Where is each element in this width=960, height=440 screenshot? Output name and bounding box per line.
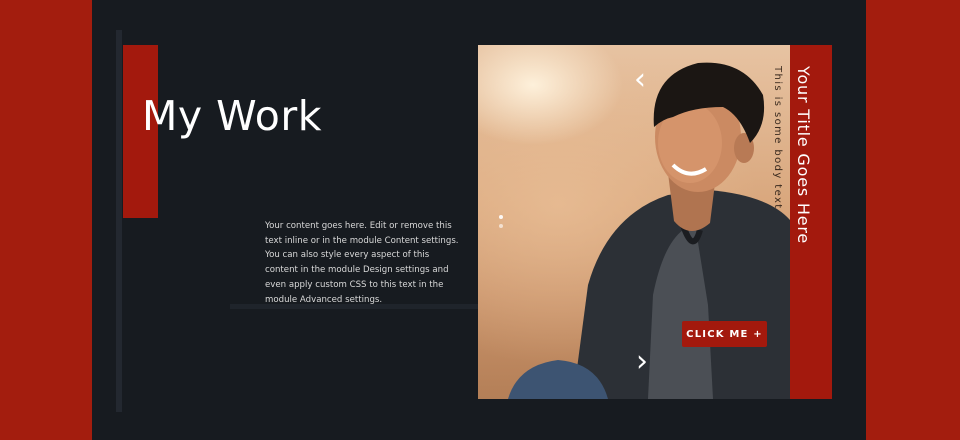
horizontal-divider [230, 304, 480, 309]
slide-body-text: This is some body text [772, 66, 783, 210]
page-title: My Work [142, 92, 322, 140]
vertical-divider [116, 30, 122, 412]
chevron-left-icon[interactable]: ‹ [634, 65, 646, 95]
intro-text: Your content goes here. Edit or remove t… [265, 221, 459, 305]
slider-dot[interactable] [499, 215, 503, 219]
click-me-button[interactable]: CLICK ME + [682, 321, 767, 347]
slide-title: Your Title Goes Here [794, 66, 813, 245]
chevron-right-icon[interactable]: › [636, 347, 648, 377]
slider-dot[interactable] [499, 224, 503, 228]
